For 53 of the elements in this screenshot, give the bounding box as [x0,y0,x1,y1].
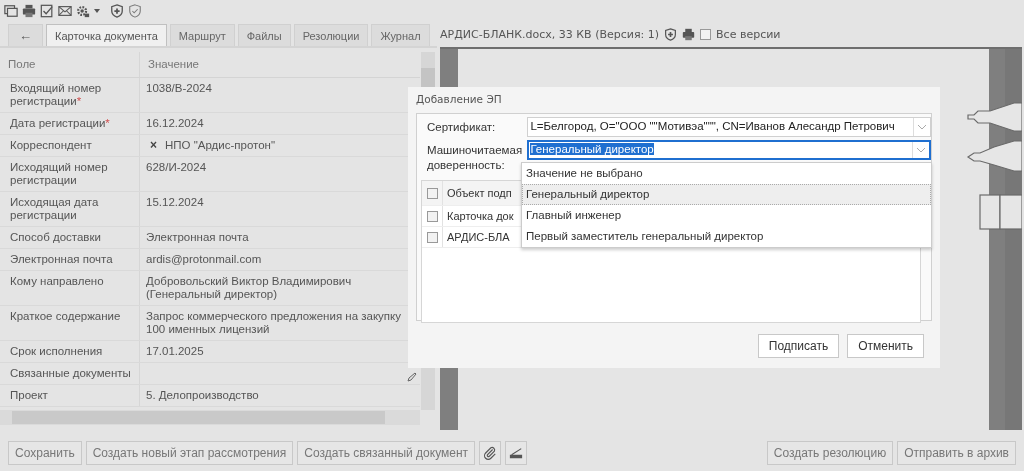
action-button[interactable]: Отправить в архив [897,441,1016,465]
field-label: Входящий номер регистрации* [10,82,102,107]
tab[interactable]: Журнал [371,24,430,46]
field-value: Запрос коммерческого предложения на закупку 100 именных лицензий [146,310,402,336]
action-button[interactable]: Создать связанный документ [297,441,476,465]
file-name: АРДИС-БЛАНК.docx, 33 КВ (Версия: 1) [440,28,660,41]
field-label: Краткое содержание [10,310,121,322]
field-label: Дата регистрации* [10,117,110,129]
dropdown-option[interactable]: Главный инженер [522,205,931,226]
field-label: Срок исполнения [10,345,103,357]
action-button[interactable]: Сохранить [8,441,82,465]
field-value: ardis@protonmail.com [146,253,262,266]
tab[interactable]: Резолюции [293,24,369,46]
dropdown-option[interactable]: Значение не выбрано [522,163,931,184]
dialog-button[interactable]: Отменить [847,334,924,358]
action-button[interactable]: Создать новый этап рассмотрения [85,441,294,465]
dialog-button[interactable]: Подписать [757,334,840,358]
back-button[interactable]: ← [8,24,43,46]
remove-icon[interactable]: × [150,139,157,152]
tab[interactable]: Карточка документа [46,24,167,46]
column-header: Объект подп [446,187,512,199]
field-label: Электронная почта [10,253,113,265]
action-button[interactable]: Создать резолюцию [766,441,894,465]
dialog-title: Добавление ЭП [416,93,503,107]
field-label: Машиночитаемая доверенность: [426,143,524,173]
tab[interactable]: Файлы [237,24,291,46]
certificate-select[interactable]: L=Белгород, O="ООО ""Мотивэа""", CN=Иванов Алесандр Петрович [527,117,931,137]
column-header: Поле [0,52,140,77]
checkbox-label[interactable]: Все версии [716,28,781,41]
object-name: АРДИС-БЛА [446,231,510,243]
field-label: Кому направлено [10,275,104,287]
field-value: 16.12.2024 [146,117,204,130]
tab[interactable]: Маршрут [169,24,235,46]
field-value: 5. Делопроизводство [146,389,259,402]
field-label: Исходящая дата регистрации [10,196,99,221]
field-value: 1038/В-2024 [146,82,212,95]
field-label: Исходящий номер регистрации [10,161,108,186]
field-value: НПО "Ардис-протон" [165,139,276,152]
dropdown-option[interactable]: Первый заместитель генеральный директор [522,226,931,247]
field-value: 17.01.2025 [146,345,204,358]
field-value: Электронная почта [146,231,249,244]
dropdown-option[interactable]: Генеральный директор [522,184,931,205]
field-label: Корреспондент [10,139,92,151]
field-value: Добровольский Виктор Владимирович (Генеральный директор) [146,275,353,301]
field-label: Способ доставки [10,231,101,243]
proxy-select[interactable]: Генеральный директор [527,140,931,160]
field-value: 15.12.2024 [146,196,204,209]
object-name: Карточка док [446,210,514,222]
field-label: Проект [10,389,48,401]
field-value: 628/И-2024 [146,161,207,174]
column-header: Значение [147,57,200,72]
field-label: Связанные документы [10,367,131,379]
field-label: Сертификат: [426,120,497,135]
